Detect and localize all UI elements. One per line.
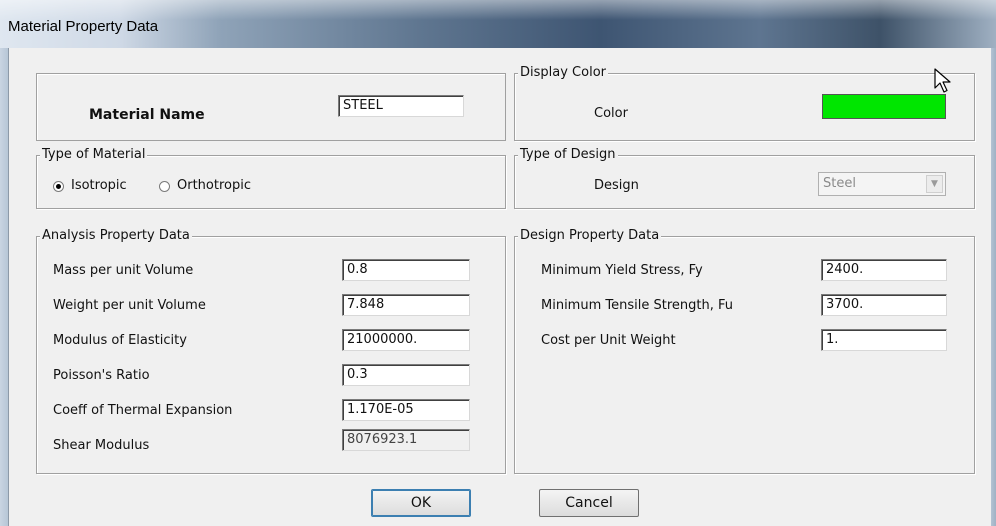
- type-of-material-group: Type of Material Isotropic Orthotropic: [36, 147, 506, 209]
- tensile-strength-input[interactable]: 3700.: [821, 294, 947, 316]
- tensile-strength-label: Minimum Tensile Strength, Fu: [541, 298, 733, 313]
- cost-per-unit-weight-label: Cost per Unit Weight: [541, 333, 676, 348]
- ok-button[interactable]: OK: [371, 489, 471, 517]
- modulus-of-elasticity-input[interactable]: 21000000.: [342, 329, 470, 351]
- window-title: Material Property Data: [8, 18, 159, 35]
- color-label: Color: [594, 106, 628, 121]
- analysis-property-group: Analysis Property Data Mass per unit Vol…: [36, 228, 506, 474]
- material-name-input[interactable]: STEEL: [338, 95, 464, 117]
- radio-isotropic[interactable]: [53, 181, 64, 192]
- design-label: Design: [594, 178, 639, 193]
- dialog-client-area: Material Name STEEL Display Color Color …: [8, 48, 991, 526]
- title-bar-gloss: [0, 0, 996, 20]
- shear-modulus-value: 8076923.1: [342, 429, 470, 451]
- mass-per-unit-volume-input[interactable]: 0.8: [342, 259, 470, 281]
- analysis-property-legend: Analysis Property Data: [40, 228, 192, 244]
- modulus-of-elasticity-label: Modulus of Elasticity: [53, 333, 187, 348]
- cost-per-unit-weight-input[interactable]: 1.: [821, 329, 947, 351]
- design-property-group: Design Property Data Minimum Yield Stres…: [514, 228, 975, 474]
- weight-per-unit-volume-label: Weight per unit Volume: [53, 298, 206, 313]
- display-color-legend: Display Color: [518, 65, 608, 81]
- material-name-label: Material Name: [89, 107, 205, 123]
- design-select-value: Steel: [823, 176, 856, 191]
- yield-stress-input[interactable]: 2400.: [821, 259, 947, 281]
- yield-stress-label: Minimum Yield Stress, Fy: [541, 263, 703, 278]
- poissons-ratio-label: Poisson's Ratio: [53, 368, 150, 383]
- type-of-design-group: Type of Design Design Steel ▼: [514, 147, 975, 209]
- orthotropic-label[interactable]: Orthotropic: [177, 178, 251, 194]
- thermal-expansion-label: Coeff of Thermal Expansion: [53, 403, 233, 418]
- chevron-down-icon[interactable]: ▼: [926, 175, 943, 193]
- color-swatch[interactable]: [822, 94, 946, 119]
- mouse-pointer-icon: [934, 68, 951, 93]
- type-of-material-legend: Type of Material: [40, 147, 148, 163]
- thermal-expansion-input[interactable]: 1.170E-05: [342, 399, 470, 421]
- weight-per-unit-volume-input[interactable]: 7.848: [342, 294, 470, 316]
- mass-per-unit-volume-label: Mass per unit Volume: [53, 263, 194, 278]
- cancel-button[interactable]: Cancel: [539, 489, 639, 517]
- window-frame-left: [0, 48, 8, 526]
- isotropic-label[interactable]: Isotropic: [71, 178, 127, 194]
- radio-orthotropic[interactable]: [159, 181, 170, 192]
- poissons-ratio-input[interactable]: 0.3: [342, 364, 470, 386]
- display-color-group: Display Color Color: [514, 65, 975, 141]
- shear-modulus-label: Shear Modulus: [53, 438, 150, 453]
- type-of-design-legend: Type of Design: [518, 147, 618, 163]
- material-name-panel: Material Name STEEL: [36, 73, 506, 141]
- design-select[interactable]: Steel ▼: [818, 172, 946, 196]
- title-bar[interactable]: Material Property Data: [0, 0, 996, 48]
- design-property-legend: Design Property Data: [518, 228, 662, 244]
